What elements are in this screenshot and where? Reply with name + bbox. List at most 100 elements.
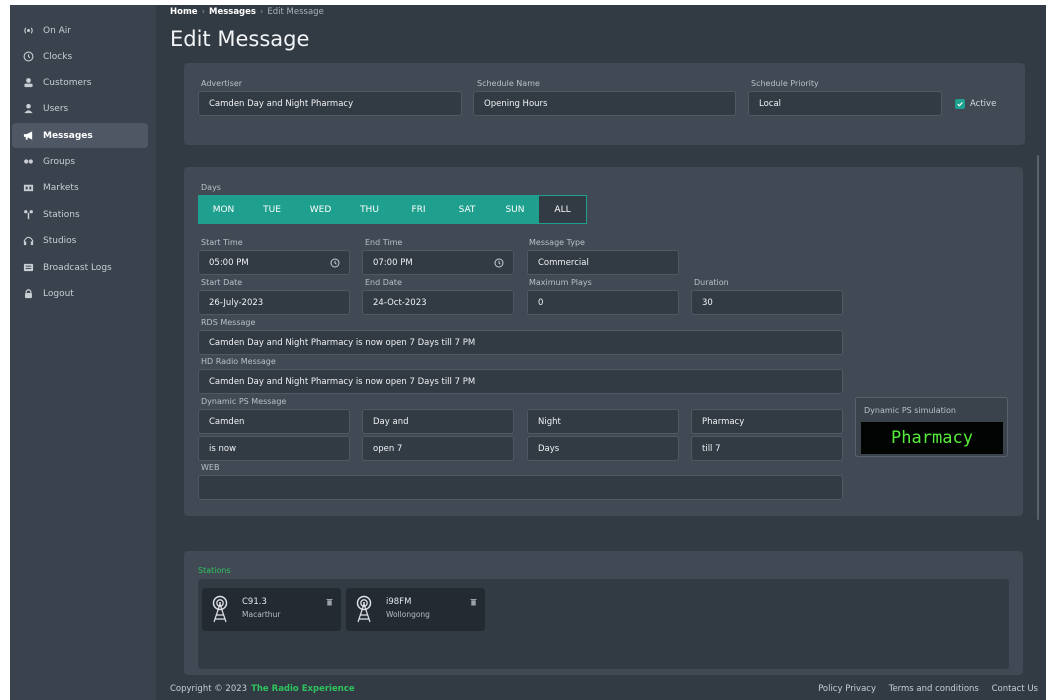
sidebar-item-label: Studios <box>43 235 77 246</box>
trash-icon[interactable] <box>470 598 477 606</box>
dps-field-7[interactable]: Days <box>527 436 679 461</box>
advertiser-field[interactable]: Camden Day and Night Pharmacy <box>198 91 462 116</box>
message-type-label: Message Type <box>529 238 585 247</box>
sidebar-item-broadcast-logs[interactable]: Broadcast Logs <box>12 255 148 280</box>
start-time-value: 05:00 PM <box>209 257 249 268</box>
dps-field-2[interactable]: Day and <box>362 409 514 434</box>
stations-icon <box>21 208 35 222</box>
day-mon[interactable]: MON <box>199 196 248 223</box>
chevron-right-icon: › <box>201 7 205 17</box>
sidebar-item-label: Clocks <box>43 51 73 62</box>
page-title: Edit Message <box>170 27 310 51</box>
footer-link-contact[interactable]: Contact Us <box>992 684 1038 694</box>
stations-list: C91.3 Macarthur i98FM Wollongong <box>198 579 1009 669</box>
dps-field-5[interactable]: is now <box>198 436 350 461</box>
stations-label: Stations <box>198 566 231 575</box>
trash-icon[interactable] <box>326 598 333 606</box>
day-tue[interactable]: TUE <box>248 196 296 223</box>
sidebar-item-label: On Air <box>43 25 72 36</box>
start-time-field[interactable]: 05:00 PM <box>198 250 350 275</box>
sidebar-item-logout[interactable]: Logout <box>12 281 148 306</box>
sidebar-item-messages[interactable]: Messages <box>12 123 148 148</box>
schedule-priority-label: Schedule Priority <box>751 79 819 88</box>
rds-message-label: RDS Message <box>201 318 256 327</box>
logs-icon <box>21 261 35 275</box>
station-location: Macarthur <box>242 610 281 619</box>
schedule-name-label: Schedule Name <box>477 79 540 88</box>
footer-link-privacy[interactable]: Policy Privacy <box>818 684 876 694</box>
clock-icon <box>21 50 35 64</box>
dps-field-3[interactable]: Night <box>527 409 679 434</box>
message-type-field[interactable]: Commercial <box>527 250 679 275</box>
user-icon <box>21 102 35 116</box>
groups-icon <box>21 155 35 169</box>
dynamic-ps-simulation: Dynamic PS simulation Pharmacy <box>855 397 1008 457</box>
clock-icon[interactable] <box>330 258 340 268</box>
chevron-right-icon: › <box>259 7 264 17</box>
markets-icon <box>21 181 35 195</box>
breadcrumb-current: Edit Message <box>267 7 324 17</box>
sidebar-item-on-air[interactable]: On Air <box>12 18 148 43</box>
dps-field-8[interactable]: till 7 <box>691 436 843 461</box>
scrollbar[interactable] <box>1037 155 1039 520</box>
sidebar-item-customers[interactable]: Customers <box>12 70 148 95</box>
active-checkbox[interactable]: Active <box>955 99 996 109</box>
day-fri[interactable]: FRI <box>394 196 443 223</box>
day-all[interactable]: ALL <box>539 196 586 223</box>
footer: Copyright © 2023 The Radio Experience Pol… <box>156 675 1046 700</box>
day-sun[interactable]: SUN <box>491 196 539 223</box>
broadcast-icon <box>21 24 35 38</box>
advertiser-label: Advertiser <box>201 79 243 88</box>
day-sat[interactable]: SAT <box>443 196 491 223</box>
end-time-value: 07:00 PM <box>373 257 413 268</box>
sidebar-item-users[interactable]: Users <box>12 96 148 121</box>
rds-message-field[interactable]: Camden Day and Night Pharmacy is now ope… <box>198 330 843 355</box>
end-time-field[interactable]: 07:00 PM <box>362 250 514 275</box>
footer-copyright: Copyright © 2023 The Radio Experience <box>170 684 355 694</box>
footer-brand-link[interactable]: The Radio Experience <box>251 684 355 694</box>
start-time-label: Start Time <box>201 238 243 247</box>
ps-display: Pharmacy <box>861 422 1003 454</box>
sidebar-item-label: Customers <box>43 77 92 88</box>
dynamic-ps-label: Dynamic PS Message <box>201 397 287 406</box>
dps-field-6[interactable]: open 7 <box>362 436 514 461</box>
end-date-label: End Date <box>365 278 402 287</box>
clock-icon[interactable] <box>494 258 504 268</box>
web-label: WEB <box>201 463 220 472</box>
schedule-priority-field[interactable]: Local <box>748 91 942 116</box>
station-card[interactable]: C91.3 Macarthur <box>202 588 341 631</box>
breadcrumb-home[interactable]: Home <box>170 7 198 17</box>
end-date-field[interactable]: 24-Oct-2023 <box>362 290 514 315</box>
hd-radio-message-field[interactable]: Camden Day and Night Pharmacy is now ope… <box>198 369 843 394</box>
check-icon <box>955 99 965 109</box>
schedule-name-field[interactable]: Opening Hours <box>473 91 736 116</box>
radio-tower-icon <box>356 595 372 623</box>
day-thu[interactable]: THU <box>345 196 394 223</box>
station-card[interactable]: i98FM Wollongong <box>346 588 485 631</box>
sidebar-item-label: Stations <box>43 209 80 220</box>
sidebar-item-groups[interactable]: Groups <box>12 149 148 174</box>
web-field[interactable] <box>198 475 843 500</box>
sidebar-item-studios[interactable]: Studios <box>12 228 148 253</box>
lock-icon <box>21 287 35 301</box>
dynamic-ps-simulation-label: Dynamic PS simulation <box>864 406 956 415</box>
sidebar-item-label: Markets <box>43 182 79 193</box>
sidebar-item-label: Users <box>43 103 69 114</box>
start-date-field[interactable]: 26-July-2023 <box>198 290 350 315</box>
breadcrumb-messages[interactable]: Messages <box>209 7 256 17</box>
dps-field-1[interactable]: Camden <box>198 409 350 434</box>
sidebar-item-markets[interactable]: Markets <box>12 175 148 200</box>
sidebar-item-clocks[interactable]: Clocks <box>12 44 148 69</box>
station-name: i98FM <box>386 597 412 607</box>
active-label: Active <box>970 99 997 109</box>
duration-field[interactable]: 30 <box>691 290 843 315</box>
sidebar-item-stations[interactable]: Stations <box>12 202 148 227</box>
duration-label: Duration <box>694 278 729 287</box>
day-wed[interactable]: WED <box>296 196 345 223</box>
sidebar-item-label: Messages <box>43 130 93 141</box>
station-location: Wollongong <box>386 610 430 619</box>
sidebar-item-label: Logout <box>43 288 74 299</box>
footer-link-terms[interactable]: Terms and conditions <box>889 684 979 694</box>
dps-field-4[interactable]: Pharmacy <box>691 409 843 434</box>
max-plays-field[interactable]: 0 <box>527 290 679 315</box>
